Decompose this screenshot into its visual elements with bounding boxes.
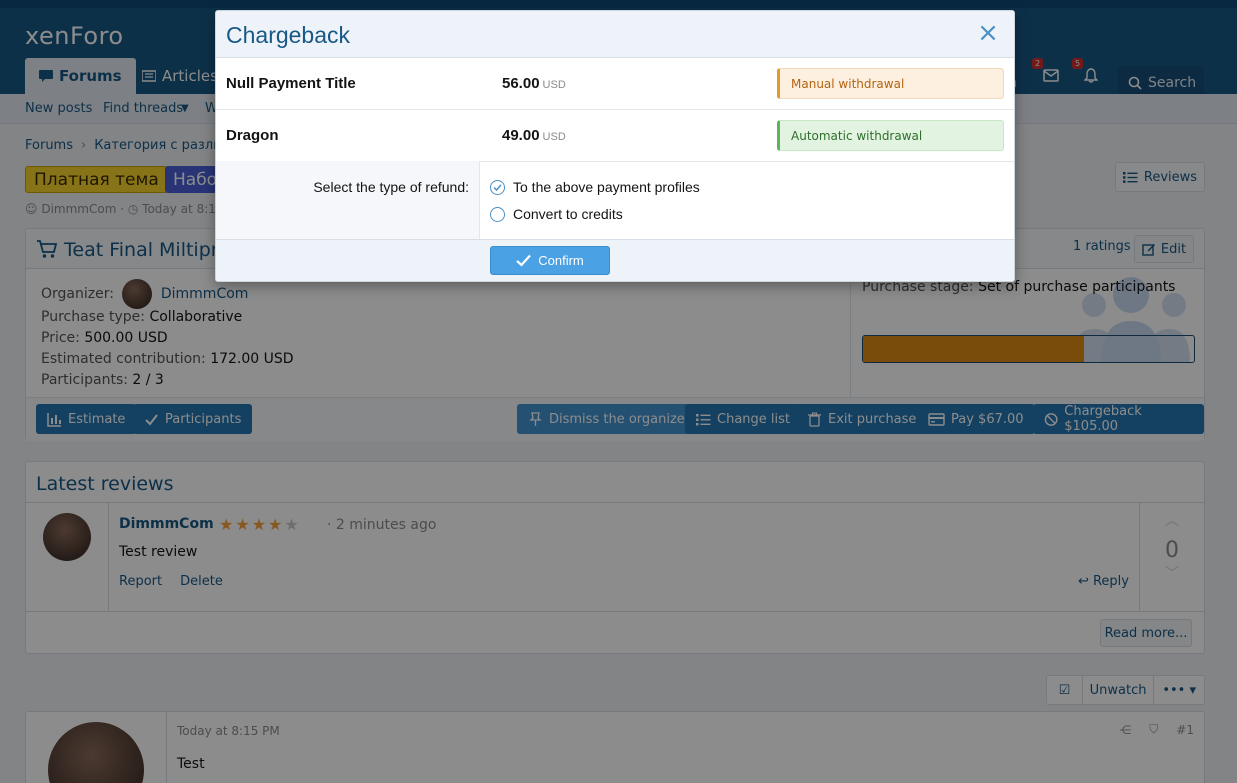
- refund-type-row: Select the type of refund: To the above …: [216, 161, 1014, 240]
- radio-checked-icon[interactable]: [490, 179, 505, 195]
- payment-status-automatic: Automatic withdrawal: [777, 120, 1004, 151]
- payment-amount: 49.00 USD: [502, 127, 566, 144]
- payment-row: Dragon 49.00 USD Automatic withdrawal: [216, 110, 1014, 162]
- refund-option-label: Convert to credits: [513, 206, 623, 222]
- close-icon[interactable]: ×: [976, 20, 1000, 46]
- refund-option-payment-profiles[interactable]: To the above payment profiles: [490, 179, 700, 195]
- payment-currency: USD: [542, 131, 566, 143]
- payment-name: Dragon: [226, 127, 279, 144]
- refund-option-credits[interactable]: Convert to credits: [490, 206, 623, 222]
- payment-name: Null Payment Title: [226, 75, 356, 92]
- payment-currency: USD: [542, 79, 566, 91]
- confirm-button[interactable]: Confirm: [490, 246, 610, 275]
- refund-label-cell: Select the type of refund:: [216, 161, 480, 239]
- dialog-footer: Confirm: [216, 240, 1014, 281]
- payment-status-manual: Manual withdrawal: [777, 68, 1004, 99]
- refund-type-label: Select the type of refund:: [313, 179, 469, 195]
- payment-amount: 56.00 USD: [502, 75, 566, 92]
- radio-unchecked-icon[interactable]: [490, 206, 505, 222]
- dialog-title: Chargeback: [226, 22, 351, 48]
- chargeback-dialog: Chargeback × Null Payment Title 56.00 USD…: [215, 10, 1015, 282]
- payment-row: Null Payment Title 56.00 USD Manual withd…: [216, 58, 1014, 110]
- check-icon: [516, 254, 532, 267]
- confirm-label: Confirm: [538, 253, 584, 268]
- payment-amount-value: 49.00: [502, 127, 540, 144]
- dialog-header: Chargeback ×: [216, 11, 1014, 58]
- refund-option-label: To the above payment profiles: [513, 179, 700, 195]
- payment-amount-value: 56.00: [502, 75, 540, 92]
